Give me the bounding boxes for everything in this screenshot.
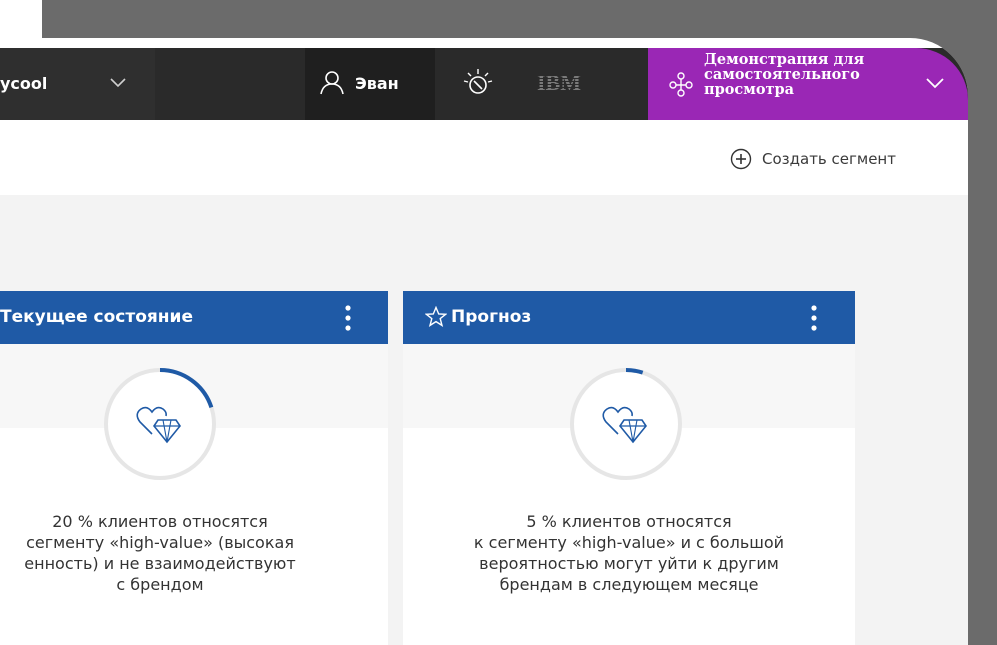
card-description: 20 % клиентов относятся сегменту «high-v…	[0, 511, 390, 595]
create-segment-label: Создать сегмент	[762, 150, 896, 168]
card-description: 5 % клиентов относятся к сегменту «high-…	[399, 511, 859, 595]
forecast-card: Прогноз 5 % клиентов относятся к сегмент…	[403, 291, 855, 645]
card-header: Текущее состояние	[0, 291, 388, 344]
demo-label-line: Демонстрация для	[704, 51, 865, 68]
current-state-card: Текущее состояние 20 % клиентов относятс…	[0, 291, 388, 645]
watson-icon[interactable]	[462, 67, 494, 99]
demo-label: Демонстрация для самостоятельного просмо…	[704, 52, 914, 97]
kebab-icon[interactable]	[340, 303, 356, 333]
card-description-line: 5 % клиентов относятся	[526, 512, 732, 531]
user-menu[interactable]: Эван	[305, 48, 435, 120]
chevron-down-icon	[926, 78, 944, 89]
user-icon	[320, 71, 344, 95]
card-title: Прогноз	[451, 307, 532, 327]
card-description-line: вероятностью могут уйти к другим	[479, 554, 779, 573]
filter-band	[0, 195, 968, 266]
user-name: Эван	[355, 74, 399, 93]
ibm-logo: IBM	[537, 70, 581, 94]
create-segment-button[interactable]: Создать сегмент	[730, 147, 896, 171]
top-navigation-bar: ycool Эван IBM Демонстрация для самостоя…	[0, 48, 968, 120]
brand-switcher[interactable]: ycool	[0, 48, 155, 120]
plus-circle-icon	[730, 148, 752, 170]
card-header: Прогноз	[403, 291, 855, 344]
card-title: Текущее состояние	[0, 307, 193, 327]
demo-label-line: самостоятельного	[704, 66, 860, 83]
card-description-line: с брендом	[116, 575, 204, 594]
demo-flow-icon	[669, 72, 693, 97]
card-description-line: брендам в следующем месяце	[499, 575, 759, 594]
svg-text:IBM: IBM	[537, 70, 581, 94]
star-icon[interactable]	[425, 306, 447, 328]
brand-name: ycool	[0, 74, 48, 93]
card-description-line: к сегменту «high-value» и с большой	[473, 533, 785, 552]
cards-area: Текущее состояние 20 % клиентов относятс…	[0, 265, 968, 645]
card-description-line: енность) и не взаимодействуют	[24, 554, 296, 573]
card-description-line: 20 % клиентов относятся	[52, 512, 268, 531]
chevron-down-icon	[110, 78, 126, 88]
progress-gauge	[104, 368, 216, 480]
card-description-line: сегменту «high-value» (высокая	[26, 533, 294, 552]
progress-gauge	[570, 368, 682, 480]
page-toolbar: Создать сегмент	[0, 120, 968, 195]
kebab-icon[interactable]	[806, 303, 822, 333]
app-screen: ycool Эван IBM Демонстрация для самостоя…	[0, 38, 968, 645]
demo-label-line: просмотра	[704, 81, 795, 98]
self-guided-demo-menu[interactable]: Демонстрация для самостоятельного просмо…	[648, 48, 968, 120]
